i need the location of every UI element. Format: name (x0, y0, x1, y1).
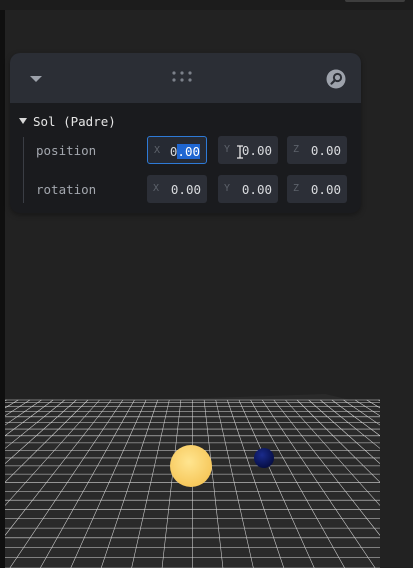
axis-label: Z (293, 183, 300, 194)
axis-label: Z (293, 144, 300, 155)
axis-label: X (154, 145, 161, 156)
text-selection: .00 (177, 144, 200, 159)
rotation-z-input[interactable]: Z 0.00 (287, 175, 347, 203)
axis-label: Y (224, 183, 231, 194)
search-icon (326, 69, 346, 89)
position-x-input[interactable]: X 0.00 (147, 136, 207, 164)
rotation-y-input[interactable]: Y 0.00 (218, 175, 278, 203)
window-control[interactable] (345, 0, 405, 2)
field-value: 0.00 (241, 182, 272, 197)
panel-header (10, 53, 361, 103)
position-y-input[interactable]: Y 0.00 (218, 136, 278, 164)
field-value: 0.00 (310, 143, 341, 158)
field-value: 0.00 (170, 182, 201, 197)
folder-title[interactable]: Sol (Padre) (19, 111, 116, 131)
rotation-label: rotation (36, 182, 97, 197)
folder-indent-line (23, 137, 24, 203)
grip-dots-icon (172, 71, 192, 82)
axis-label: X (153, 183, 160, 194)
text-cursor-icon (237, 145, 243, 159)
sun-sphere[interactable] (170, 445, 212, 487)
scene-3d[interactable] (5, 380, 380, 568)
drag-handle[interactable] (170, 68, 200, 90)
gui-panel: Sol (Padre) position X 0.00 Y 0.00 Z 0.0… (10, 53, 361, 213)
search-button[interactable] (324, 67, 348, 91)
chevron-down-icon (30, 76, 42, 82)
position-label: position (36, 143, 97, 158)
planet-sphere[interactable] (254, 448, 274, 468)
axis-label: Y (224, 144, 231, 155)
field-value: 0.00 (169, 144, 200, 159)
rotation-x-input[interactable]: X 0.00 (147, 175, 207, 203)
position-z-input[interactable]: Z 0.00 (287, 136, 347, 164)
field-value: 0.00 (241, 143, 272, 158)
collapse-toggle-button[interactable] (25, 68, 47, 90)
caret-down-icon (19, 118, 27, 124)
folder-label: Sol (Padre) (33, 113, 116, 129)
field-value: 0.00 (310, 182, 341, 197)
